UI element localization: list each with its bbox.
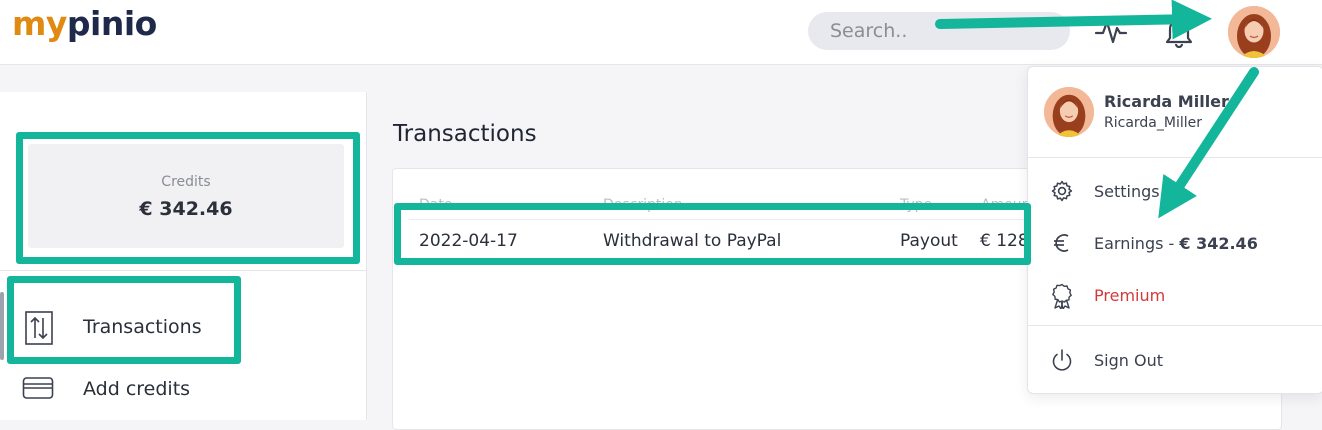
logo-part-my: my <box>12 4 67 43</box>
award-icon <box>1050 283 1074 313</box>
cell-date: 2022-04-17 <box>419 231 518 251</box>
user-name: Ricarda Miller <box>1104 92 1229 111</box>
sidebar-divider <box>0 270 366 271</box>
menu-item-label: Sign Out <box>1094 351 1163 370</box>
cell-amount: € 128 <box>980 231 1029 251</box>
page-title: Transactions <box>393 121 537 147</box>
menu-divider <box>1028 325 1322 326</box>
credits-value: € 342.46 <box>139 198 233 220</box>
earnings-value: € 342.46 <box>1179 234 1258 253</box>
column-header-description: Description <box>603 197 683 213</box>
user-dropdown-menu: Ricarda Miller Ricarda_Miller Settings E… <box>1027 66 1322 394</box>
menu-item-label: Settings <box>1094 182 1160 201</box>
menu-item-earnings[interactable]: Earnings - € 342.46 <box>1028 221 1322 265</box>
active-nav-indicator <box>0 292 4 360</box>
gear-icon <box>1050 179 1074 207</box>
menu-item-label: Earnings - € 342.46 <box>1094 234 1258 253</box>
menu-divider <box>1028 157 1322 158</box>
sidebar-item-transactions[interactable]: Transactions <box>22 308 342 348</box>
cell-type: Payout <box>900 231 958 251</box>
menu-item-sign-out[interactable]: Sign Out <box>1028 338 1322 382</box>
menu-item-premium[interactable]: Premium <box>1028 273 1322 317</box>
column-header-date: Date <box>419 197 453 213</box>
sidebar-item-add-credits[interactable]: Add credits <box>22 370 342 410</box>
sidebar: Credits € 342.46 Transactions Add credit… <box>0 92 367 420</box>
activity-icon[interactable] <box>1094 16 1128 50</box>
top-header: mypinio <box>0 0 1322 65</box>
credits-card: Credits € 342.46 <box>28 144 344 248</box>
cell-description: Withdrawal to PayPal <box>603 231 782 251</box>
power-icon <box>1050 348 1074 378</box>
earnings-label: Earnings - <box>1094 234 1180 253</box>
bell-icon[interactable] <box>1164 14 1194 52</box>
menu-item-settings[interactable]: Settings <box>1028 169 1322 213</box>
column-header-type: Type <box>900 197 933 213</box>
menu-item-label: Premium <box>1094 286 1166 305</box>
avatar <box>1044 87 1094 137</box>
transactions-icon <box>24 310 54 350</box>
credit-card-icon <box>22 376 54 404</box>
column-header-amount: Amour <box>981 197 1028 213</box>
euro-icon <box>1050 231 1074 259</box>
user-handle: Ricarda_Miller <box>1104 115 1202 131</box>
credits-label: Credits <box>161 174 211 190</box>
logo-part-pinio: pinio <box>66 4 157 43</box>
logo[interactable]: mypinio <box>12 4 157 43</box>
sidebar-item-label: Transactions <box>83 316 202 338</box>
avatar[interactable] <box>1228 6 1280 58</box>
sidebar-item-label: Add credits <box>83 378 191 400</box>
search-input[interactable] <box>808 12 1070 50</box>
